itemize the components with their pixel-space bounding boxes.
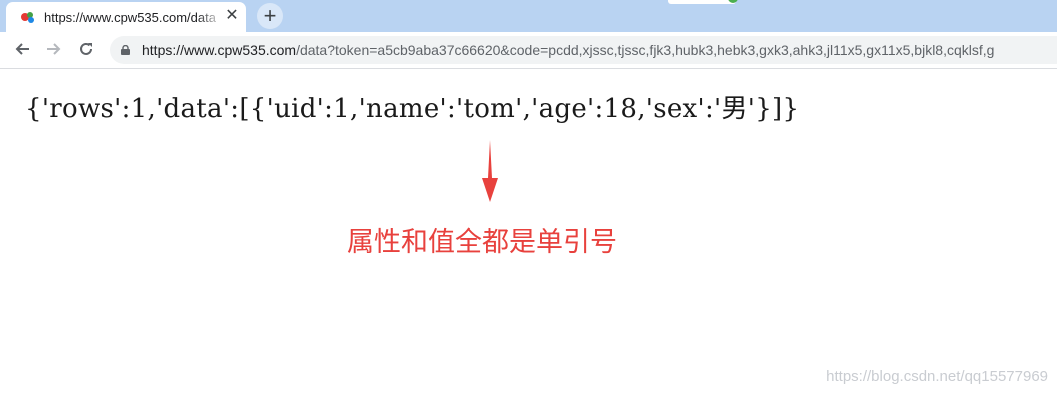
extension-popup xyxy=(668,0,736,4)
json-response-text: {'rows':1,'data':[{'uid':1,'name':'tom',… xyxy=(25,94,800,124)
back-arrow-icon[interactable] xyxy=(9,36,35,62)
address-bar[interactable]: https://www.cpw535.com/data?token=a5cb9a… xyxy=(110,36,1057,64)
tab-strip: https://www.cpw535.com/data ✕ + xyxy=(0,0,1057,32)
reload-icon[interactable] xyxy=(73,36,99,62)
browser-toolbar: https://www.cpw535.com/data?token=a5cb9a… xyxy=(0,32,1057,69)
watermark: https://blog.csdn.net/qq15577969 xyxy=(826,368,1048,385)
down-arrow-icon xyxy=(482,140,498,202)
address-path: /data?token=a5cb9aba37c66620&code=pcdd,x… xyxy=(296,42,995,58)
address-url: https://www.cpw535.com/data?token=a5cb9a… xyxy=(142,42,1057,58)
site-favicon-icon xyxy=(21,12,34,23)
tab-title: https://www.cpw535.com/data xyxy=(44,10,216,25)
close-icon[interactable]: ✕ xyxy=(224,8,240,24)
forward-arrow-icon[interactable] xyxy=(41,36,67,62)
annotation-text: 属性和值全都是单引号 xyxy=(347,227,617,258)
browser-tab[interactable]: https://www.cpw535.com/data ✕ xyxy=(6,2,246,32)
plus-icon[interactable]: + xyxy=(257,3,283,29)
address-host: https://www.cpw535.com xyxy=(142,42,297,58)
lock-icon xyxy=(121,45,130,55)
